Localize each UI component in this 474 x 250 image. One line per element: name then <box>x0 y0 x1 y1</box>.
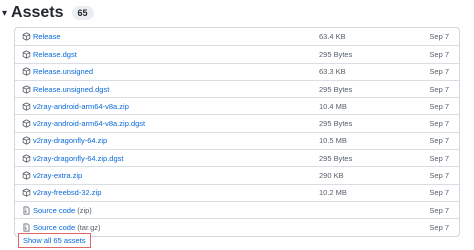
assets-header[interactable]: ▾ Assets 65 <box>2 3 94 23</box>
asset-name: v2ray-extra.zip <box>33 171 83 181</box>
asset-name: Release <box>33 32 61 42</box>
asset-date: Sep 7 <box>429 153 449 163</box>
asset-row: Release.unsigned 63.3 KB Sep 7 <box>15 62 459 80</box>
asset-link[interactable]: v2ray-android-arm64-v8a.zip.dgst <box>33 119 319 128</box>
file-zip-icon <box>22 223 31 232</box>
asset-name: Release.unsigned.dgst <box>33 84 110 94</box>
asset-size: 290 KB <box>319 171 344 181</box>
asset-date: Sep 7 <box>429 171 449 181</box>
asset-name: v2ray-android-arm64-v8a.zip <box>33 101 129 111</box>
caret-down-icon[interactable]: ▾ <box>2 8 7 19</box>
assets-title: Assets <box>11 4 64 21</box>
asset-row: v2ray-dragonfly-64.zip.dgst 295 Bytes Sep … <box>15 149 459 166</box>
asset-row: v2ray-dragonfly-64.zip 10.5 MB Sep 7 <box>15 131 459 149</box>
asset-date: Sep 7 <box>429 67 449 77</box>
asset-row: Source code (zip) Sep 7 <box>15 200 459 218</box>
asset-row: v2ray-android-arm64-v8a.zip 10.4 MB Sep 7 <box>15 97 459 114</box>
show-all-assets-link[interactable]: Show all 65 assets <box>18 233 91 248</box>
asset-link[interactable]: Release.dgst <box>33 50 319 59</box>
asset-link[interactable]: v2ray-dragonfly-64.zip.dgst <box>33 154 319 163</box>
asset-row: v2ray-freebsd-32.zip 10.2 MB Sep 7 <box>15 183 459 201</box>
asset-link[interactable]: v2ray-android-arm64-v8a.zip <box>33 102 319 111</box>
package-icon <box>22 102 31 111</box>
asset-link[interactable]: v2ray-freebsd-32.zip <box>33 188 319 197</box>
package-icon <box>22 171 31 180</box>
asset-size: 295 Bytes <box>319 153 353 163</box>
asset-date: Sep 7 <box>429 136 449 146</box>
asset-date: Sep 7 <box>429 222 449 232</box>
asset-row: Release.unsigned.dgst 295 Bytes Sep 7 <box>15 79 459 97</box>
asset-date: Sep 7 <box>429 188 449 198</box>
file-zip-icon <box>22 206 31 215</box>
assets-count-badge: 65 <box>71 6 94 20</box>
asset-size: 10.5 MB <box>319 136 347 146</box>
asset-size: 63.3 KB <box>319 67 346 77</box>
asset-link[interactable]: v2ray-dragonfly-64.zip <box>33 136 319 145</box>
asset-size: 63.4 KB <box>319 32 346 42</box>
asset-row: Release 63.4 KB Sep 7 <box>15 28 459 45</box>
asset-link[interactable]: Release.unsigned <box>33 67 319 76</box>
asset-row: v2ray-android-arm64-v8a.zip.dgst 295 Byte… <box>15 114 459 131</box>
asset-size: 10.4 MB <box>319 101 347 111</box>
asset-name-suffix: (tar.gz) <box>77 222 101 232</box>
asset-name: v2ray-freebsd-32.zip <box>33 188 102 198</box>
asset-name: v2ray-dragonfly-64.zip <box>33 136 108 146</box>
asset-link[interactable]: Source code (tar.gz) <box>33 223 319 232</box>
package-icon <box>22 136 31 146</box>
assets-list: Release 63.4 KB Sep 7 Release.dgst 295 Bytes… <box>14 27 460 237</box>
asset-size: 10.2 MB <box>319 188 347 198</box>
asset-name: Release.dgst <box>33 49 77 59</box>
asset-date: Sep 7 <box>429 84 449 94</box>
asset-link[interactable]: Release.unsigned.dgst <box>33 85 319 94</box>
asset-name: Source code <box>33 205 78 215</box>
package-icon <box>22 67 31 76</box>
asset-date: Sep 7 <box>429 32 449 42</box>
package-icon <box>22 188 31 197</box>
asset-size: 295 Bytes <box>319 49 353 59</box>
package-icon <box>22 32 31 41</box>
asset-name: Source code <box>33 222 78 232</box>
asset-link[interactable]: v2ray-extra.zip <box>33 171 319 180</box>
asset-link[interactable]: Source code (zip) <box>33 206 319 215</box>
package-icon <box>22 119 31 128</box>
asset-name: v2ray-dragonfly-64.zip.dgst <box>33 153 124 163</box>
asset-date: Sep 7 <box>429 119 449 129</box>
asset-date: Sep 7 <box>429 205 449 215</box>
asset-size: 295 Bytes <box>319 84 353 94</box>
asset-name: v2ray-android-arm64-v8a.zip.dgst <box>33 119 146 129</box>
package-icon <box>22 50 31 59</box>
package-icon <box>22 84 31 94</box>
asset-size: 295 Bytes <box>319 119 353 129</box>
asset-date: Sep 7 <box>429 49 449 59</box>
asset-date: Sep 7 <box>429 101 449 111</box>
asset-row: v2ray-extra.zip 290 KB Sep 7 <box>15 166 459 183</box>
asset-name: Release.unsigned <box>33 67 94 77</box>
asset-link[interactable]: Release <box>33 32 319 41</box>
asset-row: Release.dgst 295 Bytes Sep 7 <box>15 45 459 62</box>
asset-name-suffix: (zip) <box>77 205 92 215</box>
package-icon <box>22 154 31 163</box>
